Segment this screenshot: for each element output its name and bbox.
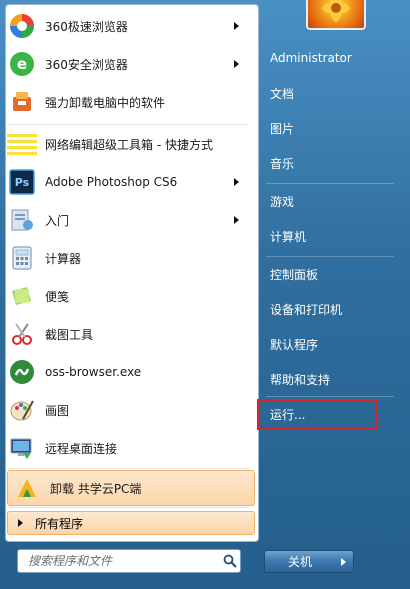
right-item-pictures[interactable]: 图片 <box>262 114 402 142</box>
right-item-administrator[interactable]: Administrator <box>262 44 402 72</box>
search-input[interactable] <box>26 553 220 569</box>
shutdown-options-button[interactable] <box>334 550 354 573</box>
annotation-highlight-box <box>257 399 378 430</box>
photoshop-icon: Ps <box>7 167 37 197</box>
divider <box>266 396 394 397</box>
program-getting-started[interactable]: 入门 <box>3 202 249 238</box>
program-label: 便笺 <box>45 289 70 304</box>
right-item-label: 音乐 <box>270 156 295 171</box>
program-label: 入门 <box>45 213 70 228</box>
right-item-label: 游戏 <box>270 194 295 209</box>
right-item-label: 设备和打印机 <box>270 302 343 317</box>
submenu-arrow-icon <box>234 60 239 68</box>
search-icon[interactable] <box>220 551 240 571</box>
program-uninstall-gongxueyun[interactable]: 卸载 共学云PC端 <box>7 470 255 506</box>
program-photoshop[interactable]: Ps Adobe Photoshop CS6 <box>3 164 249 200</box>
right-item-devices-printers[interactable]: 设备和打印机 <box>262 295 402 323</box>
program-label: 360极速浏览器 <box>45 19 128 34</box>
right-item-music[interactable]: 音乐 <box>262 149 402 177</box>
program-uninstaller[interactable]: 强力卸载电脑中的软件 <box>3 84 249 120</box>
right-item-documents[interactable]: 文档 <box>262 79 402 107</box>
all-programs-label: 所有程序 <box>35 516 84 531</box>
right-item-label: Administrator <box>270 51 352 65</box>
right-item-label: 图片 <box>270 121 295 136</box>
chevron-right-icon <box>341 557 346 566</box>
sticky-notes-icon <box>7 281 37 311</box>
right-item-label: 帮助和支持 <box>270 372 331 387</box>
submenu-arrow-icon <box>234 178 239 186</box>
360-speed-browser-icon <box>7 11 37 41</box>
right-item-computer[interactable]: 计算机 <box>262 222 402 250</box>
right-item-label: 默认程序 <box>270 337 319 352</box>
program-paint[interactable]: 画图 <box>3 392 249 428</box>
right-item-label: 文档 <box>270 86 295 101</box>
search-box[interactable] <box>17 549 241 573</box>
expand-arrow-icon <box>18 519 23 527</box>
program-label: oss-browser.exe <box>45 365 142 379</box>
program-snipping-tool[interactable]: 截图工具 <box>3 316 249 352</box>
program-label: 远程桌面连接 <box>45 441 118 456</box>
program-network-editor-toolbox[interactable]: 网络编辑超级工具箱 - 快捷方式 <box>3 126 249 162</box>
svg-text:Ps: Ps <box>15 176 30 189</box>
snipping-tool-icon <box>7 319 37 349</box>
program-label: 计算器 <box>45 251 82 266</box>
getting-started-icon <box>7 205 37 235</box>
divider <box>8 124 248 125</box>
uninstall-gongxueyun-icon <box>12 473 42 503</box>
program-calculator[interactable]: 计算器 <box>3 240 249 276</box>
program-360-safe-browser[interactable]: e 360安全浏览器 <box>3 46 249 82</box>
divider <box>8 507 248 508</box>
right-item-games[interactable]: 游戏 <box>262 187 402 215</box>
right-item-label: 控制面板 <box>270 267 319 282</box>
shutdown-label: 关机 <box>287 555 312 569</box>
divider <box>8 468 248 469</box>
program-label: 卸载 共学云PC端 <box>50 481 142 496</box>
program-label: 画图 <box>45 403 70 418</box>
user-avatar[interactable] <box>306 0 366 30</box>
program-label: Adobe Photoshop CS6 <box>45 175 178 189</box>
program-label: 强力卸载电脑中的软件 <box>45 95 166 110</box>
divider <box>266 256 394 257</box>
text-lines-icon <box>7 129 37 159</box>
svg-text:e: e <box>17 55 27 73</box>
program-360-speed-browser[interactable]: 360极速浏览器 <box>3 8 249 44</box>
program-remote-desktop[interactable]: 远程桌面连接 <box>3 430 249 466</box>
submenu-arrow-icon <box>234 22 239 30</box>
right-item-control-panel[interactable]: 控制面板 <box>262 260 402 288</box>
right-item-default-programs[interactable]: 默认程序 <box>262 330 402 358</box>
right-item-label: 计算机 <box>270 229 307 244</box>
all-programs-button[interactable]: 所有程序 <box>7 511 255 535</box>
divider <box>266 183 394 184</box>
program-label: 截图工具 <box>45 327 94 342</box>
program-oss-browser[interactable]: oss-browser.exe <box>3 354 249 390</box>
program-sticky-notes[interactable]: 便笺 <box>3 278 249 314</box>
right-item-help-support[interactable]: 帮助和支持 <box>262 365 402 393</box>
program-label: 360安全浏览器 <box>45 57 128 72</box>
remote-desktop-icon <box>7 433 37 463</box>
submenu-arrow-icon <box>234 216 239 224</box>
calculator-icon <box>7 243 37 273</box>
uninstaller-icon <box>7 87 37 117</box>
program-label: 网络编辑超级工具箱 - 快捷方式 <box>45 137 213 152</box>
360-safe-browser-icon: e <box>7 49 37 79</box>
paint-icon <box>7 395 37 425</box>
shutdown-button[interactable]: 关机 <box>264 550 336 573</box>
oss-browser-icon <box>7 357 37 387</box>
